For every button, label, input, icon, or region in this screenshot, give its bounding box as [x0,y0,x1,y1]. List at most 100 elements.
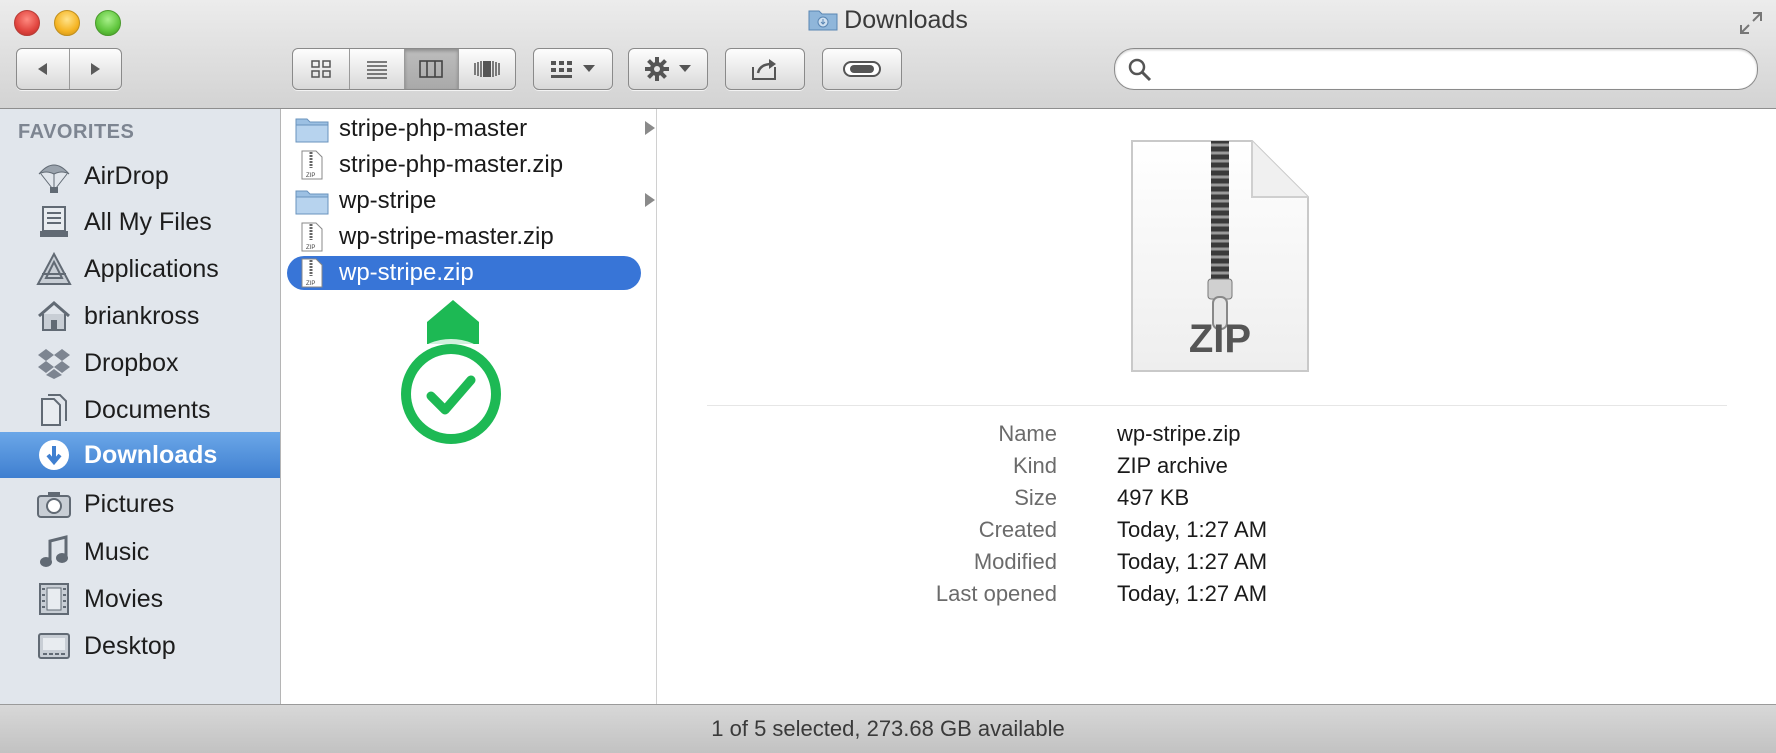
tags-button[interactable] [822,48,902,90]
documents-icon [34,390,74,430]
coverflow-view-icon [474,61,500,77]
info-key: Last opened [935,581,1057,606]
file-row-wp-stripe-zip[interactable]: ZIP wp-stripe.zip [287,256,641,290]
fullscreen-icon[interactable] [1738,10,1764,36]
sidebar-item-label: briankross [84,301,200,330]
arrange-icon [551,61,572,78]
sidebar-item-label: Desktop [84,631,176,660]
chevron-down-icon [583,65,595,72]
back-button[interactable] [17,49,70,89]
file-name: wp-stripe [339,187,437,214]
search-icon [1127,57,1153,88]
finder-window: Downloads FAVORITES AirDrop All My Files… [0,0,1776,753]
list-view-icon [366,61,387,79]
info-value: ZIP archive [1117,453,1228,478]
share-button[interactable] [725,48,805,90]
sidebar-item-pictures[interactable]: Pictures [0,481,280,527]
file-row-stripe-php-master[interactable]: stripe-php-master [287,112,655,146]
forward-arrow-icon [91,63,101,75]
sidebar-item-applications[interactable]: Applications [0,246,280,292]
sidebar-item-label: Downloads [84,440,218,469]
camera-icon [34,484,74,524]
column-view-button[interactable] [404,49,460,89]
window-title-text: Downloads [844,6,968,34]
home-icon [34,296,74,336]
sidebar-item-briankross[interactable]: briankross [0,293,280,339]
back-arrow-icon [37,63,47,75]
sidebar-item-music[interactable]: Music [0,529,280,575]
action-button[interactable] [628,48,708,90]
sidebar-item-label: AirDrop [84,161,169,190]
info-row-name: Name wp-stripe.zip [657,421,1776,453]
info-row-created: Created Today, 1:27 AM [657,517,1776,549]
sidebar-item-label: Pictures [84,489,175,518]
downloads-folder-icon [808,7,838,38]
info-value: Today, 1:27 AM [1117,581,1268,606]
all-files-icon [34,202,74,242]
svg-text:ZIP: ZIP [306,281,315,287]
icon-view-icon [311,60,331,78]
applications-icon [34,249,74,289]
sidebar-item-airdrop[interactable]: AirDrop [0,153,280,199]
info-value: 497 KB [1117,485,1190,510]
download-complete-badge [393,300,513,457]
sidebar-item-label: Applications [84,254,219,283]
preview-divider [707,405,1727,406]
zip-icon-label: ZIP [1188,317,1252,361]
zip-file-icon: ZIP [295,222,329,252]
view-mode-group [292,48,516,90]
window-title: Downloads [0,6,1776,38]
column-view-icon [419,60,444,78]
zip-file-icon: ZIP [295,258,329,288]
sidebar-item-documents[interactable]: Documents [0,387,280,433]
airdrop-icon [34,156,74,196]
disclosure-arrow-icon [645,121,655,135]
sidebar-item-desktop[interactable]: Desktop [0,623,280,669]
gear-icon [645,57,669,81]
sidebar-item-label: Documents [84,395,211,424]
disclosure-arrow-icon [645,193,655,207]
sidebar: FAVORITES AirDrop All My Files Applicati… [0,109,281,704]
file-name: stripe-php-master [339,115,528,142]
status-bar: 1 of 5 selected, 273.68 GB available [0,704,1776,753]
sidebar-item-downloads[interactable]: Downloads [0,432,280,478]
info-key: Modified [973,549,1057,574]
desktop-icon [34,626,74,666]
sidebar-item-movies[interactable]: Movies [0,576,280,622]
status-text: 1 of 5 selected, 273.68 GB available [711,716,1065,741]
info-row-size: Size 497 KB [657,485,1776,517]
folder-icon [295,114,329,144]
sidebar-header-favorites: FAVORITES [18,121,135,143]
music-icon [34,532,74,572]
forward-button[interactable] [70,49,122,89]
search-field[interactable] [1114,48,1758,90]
info-row-modified: Modified Today, 1:27 AM [657,549,1776,581]
folder-icon [295,186,329,216]
file-row-stripe-php-master-zip[interactable]: ZIP stripe-php-master.zip [287,148,641,182]
tag-pill-icon [843,61,881,77]
file-row-wp-stripe-master-zip[interactable]: ZIP wp-stripe-master.zip [287,220,641,254]
svg-text:ZIP: ZIP [306,245,315,251]
sidebar-item-dropbox[interactable]: Dropbox [0,340,280,386]
file-row-wp-stripe[interactable]: wp-stripe [287,184,655,218]
info-key: Created [978,517,1057,542]
zip-file-icon: ZIP [295,150,329,180]
coverflow-view-button[interactable] [459,49,515,89]
sidebar-item-label: All My Files [84,207,212,236]
icon-view-button[interactable] [293,49,350,89]
file-name: stripe-php-master.zip [339,151,564,178]
downloads-icon [34,435,74,475]
sidebar-item-all-my-files[interactable]: All My Files [0,199,280,245]
search-input[interactable] [1161,55,1745,83]
checkmark-icon [396,300,506,449]
info-value: Today, 1:27 AM [1117,517,1268,542]
title-toolbar: Downloads [0,0,1776,109]
arrange-button[interactable] [533,48,613,90]
file-name: wp-stripe-master.zip [339,223,554,250]
info-row-last-opened: Last opened Today, 1:27 AM [657,581,1776,613]
info-value: Today, 1:27 AM [1117,549,1268,574]
info-row-kind: Kind ZIP archive [657,453,1776,485]
sidebar-item-label: Dropbox [84,348,179,377]
list-view-button[interactable] [350,49,405,89]
share-icon [752,59,776,80]
